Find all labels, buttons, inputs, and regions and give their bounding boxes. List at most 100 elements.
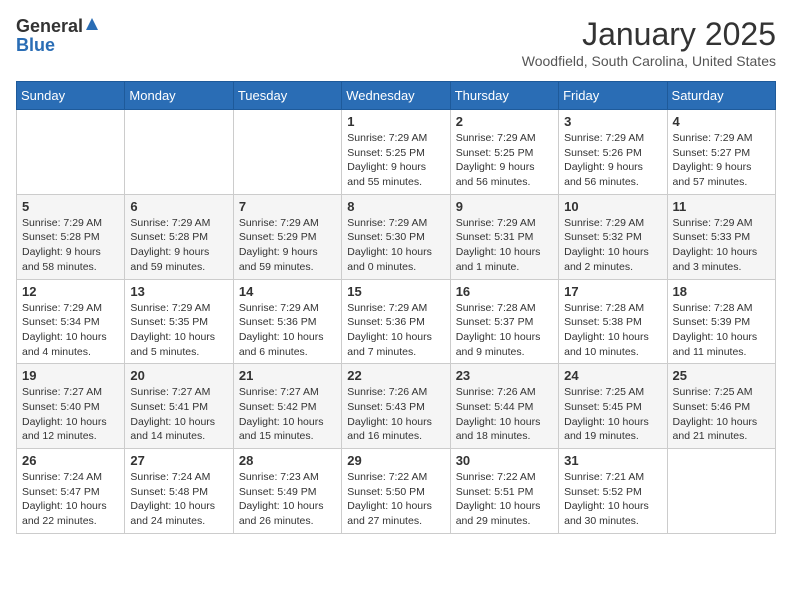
- logo-arrow-icon: [85, 17, 99, 36]
- day-number: 23: [456, 368, 553, 383]
- calendar-cell: 2 Sunrise: 7:29 AM Sunset: 5:25 PM Daylig…: [450, 110, 558, 195]
- weekday-header-thursday: Thursday: [450, 82, 558, 110]
- day-info: Sunrise: 7:21 AM Sunset: 5:52 PM Dayligh…: [564, 470, 661, 529]
- day-info: Sunrise: 7:29 AM Sunset: 5:33 PM Dayligh…: [673, 216, 770, 275]
- day-number: 27: [130, 453, 227, 468]
- day-number: 5: [22, 199, 119, 214]
- day-number: 30: [456, 453, 553, 468]
- weekday-header-friday: Friday: [559, 82, 667, 110]
- page-header: General Blue January 2025 Woodfield, Sou…: [16, 16, 776, 69]
- day-info: Sunrise: 7:29 AM Sunset: 5:35 PM Dayligh…: [130, 301, 227, 360]
- calendar-cell: 30 Sunrise: 7:22 AM Sunset: 5:51 PM Dayli…: [450, 449, 558, 534]
- weekday-header-row: SundayMondayTuesdayWednesdayThursdayFrid…: [17, 82, 776, 110]
- calendar-cell: 27 Sunrise: 7:24 AM Sunset: 5:48 PM Dayli…: [125, 449, 233, 534]
- day-number: 12: [22, 284, 119, 299]
- day-number: 18: [673, 284, 770, 299]
- day-info: Sunrise: 7:29 AM Sunset: 5:32 PM Dayligh…: [564, 216, 661, 275]
- day-info: Sunrise: 7:29 AM Sunset: 5:27 PM Dayligh…: [673, 131, 770, 190]
- weekday-header-monday: Monday: [125, 82, 233, 110]
- day-info: Sunrise: 7:27 AM Sunset: 5:41 PM Dayligh…: [130, 385, 227, 444]
- day-number: 31: [564, 453, 661, 468]
- calendar-cell: 26Sunrise: 7:24 AM Sunset: 5:47 PM Dayli…: [17, 449, 125, 534]
- calendar-cell: [17, 110, 125, 195]
- day-info: Sunrise: 7:29 AM Sunset: 5:25 PM Dayligh…: [456, 131, 553, 190]
- calendar-week-row: 19Sunrise: 7:27 AM Sunset: 5:40 PM Dayli…: [17, 364, 776, 449]
- day-number: 13: [130, 284, 227, 299]
- day-info: Sunrise: 7:28 AM Sunset: 5:38 PM Dayligh…: [564, 301, 661, 360]
- day-number: 3: [564, 114, 661, 129]
- calendar-cell: 23Sunrise: 7:26 AM Sunset: 5:44 PM Dayli…: [450, 364, 558, 449]
- day-info: Sunrise: 7:29 AM Sunset: 5:36 PM Dayligh…: [347, 301, 444, 360]
- day-number: 25: [673, 368, 770, 383]
- day-info: Sunrise: 7:29 AM Sunset: 5:29 PM Dayligh…: [239, 216, 336, 275]
- day-number: 16: [456, 284, 553, 299]
- day-info: Sunrise: 7:24 AM Sunset: 5:47 PM Dayligh…: [22, 470, 119, 529]
- day-info: Sunrise: 7:29 AM Sunset: 5:25 PM Dayligh…: [347, 131, 444, 190]
- calendar-cell: 19Sunrise: 7:27 AM Sunset: 5:40 PM Dayli…: [17, 364, 125, 449]
- day-info: Sunrise: 7:29 AM Sunset: 5:36 PM Dayligh…: [239, 301, 336, 360]
- day-info: Sunrise: 7:28 AM Sunset: 5:39 PM Dayligh…: [673, 301, 770, 360]
- day-number: 28: [239, 453, 336, 468]
- logo: General Blue: [16, 16, 99, 56]
- day-number: 7: [239, 199, 336, 214]
- calendar-cell: 3 Sunrise: 7:29 AM Sunset: 5:26 PM Daylig…: [559, 110, 667, 195]
- day-number: 22: [347, 368, 444, 383]
- calendar-cell: 15 Sunrise: 7:29 AM Sunset: 5:36 PM Dayli…: [342, 279, 450, 364]
- day-number: 15: [347, 284, 444, 299]
- calendar-cell: 22Sunrise: 7:26 AM Sunset: 5:43 PM Dayli…: [342, 364, 450, 449]
- logo-blue-text: Blue: [16, 35, 55, 56]
- weekday-header-tuesday: Tuesday: [233, 82, 341, 110]
- calendar-cell: 11 Sunrise: 7:29 AM Sunset: 5:33 PM Dayli…: [667, 194, 775, 279]
- calendar-cell: 13 Sunrise: 7:29 AM Sunset: 5:35 PM Dayli…: [125, 279, 233, 364]
- day-info: Sunrise: 7:28 AM Sunset: 5:37 PM Dayligh…: [456, 301, 553, 360]
- calendar-cell: [667, 449, 775, 534]
- day-number: 20: [130, 368, 227, 383]
- day-number: 19: [22, 368, 119, 383]
- calendar-cell: 4 Sunrise: 7:29 AM Sunset: 5:27 PM Daylig…: [667, 110, 775, 195]
- calendar-cell: 1 Sunrise: 7:29 AM Sunset: 5:25 PM Daylig…: [342, 110, 450, 195]
- calendar-cell: 20 Sunrise: 7:27 AM Sunset: 5:41 PM Dayli…: [125, 364, 233, 449]
- day-info: Sunrise: 7:29 AM Sunset: 5:28 PM Dayligh…: [22, 216, 119, 275]
- day-info: Sunrise: 7:29 AM Sunset: 5:26 PM Dayligh…: [564, 131, 661, 190]
- calendar-cell: 7 Sunrise: 7:29 AM Sunset: 5:29 PM Daylig…: [233, 194, 341, 279]
- calendar-week-row: 1 Sunrise: 7:29 AM Sunset: 5:25 PM Daylig…: [17, 110, 776, 195]
- day-info: Sunrise: 7:29 AM Sunset: 5:34 PM Dayligh…: [22, 301, 119, 360]
- day-number: 11: [673, 199, 770, 214]
- calendar-week-row: 26Sunrise: 7:24 AM Sunset: 5:47 PM Dayli…: [17, 449, 776, 534]
- day-number: 29: [347, 453, 444, 468]
- day-info: Sunrise: 7:25 AM Sunset: 5:45 PM Dayligh…: [564, 385, 661, 444]
- calendar-cell: 14 Sunrise: 7:29 AM Sunset: 5:36 PM Dayli…: [233, 279, 341, 364]
- calendar-cell: [233, 110, 341, 195]
- calendar-table: SundayMondayTuesdayWednesdayThursdayFrid…: [16, 81, 776, 534]
- day-info: Sunrise: 7:22 AM Sunset: 5:51 PM Dayligh…: [456, 470, 553, 529]
- day-number: 1: [347, 114, 444, 129]
- month-title: January 2025: [522, 16, 776, 53]
- calendar-cell: 24 Sunrise: 7:25 AM Sunset: 5:45 PM Dayli…: [559, 364, 667, 449]
- day-number: 6: [130, 199, 227, 214]
- day-info: Sunrise: 7:27 AM Sunset: 5:42 PM Dayligh…: [239, 385, 336, 444]
- day-info: Sunrise: 7:24 AM Sunset: 5:48 PM Dayligh…: [130, 470, 227, 529]
- day-number: 8: [347, 199, 444, 214]
- weekday-header-saturday: Saturday: [667, 82, 775, 110]
- calendar-cell: 21Sunrise: 7:27 AM Sunset: 5:42 PM Dayli…: [233, 364, 341, 449]
- day-number: 24: [564, 368, 661, 383]
- title-block: January 2025 Woodfield, South Carolina, …: [522, 16, 776, 69]
- calendar-cell: 17Sunrise: 7:28 AM Sunset: 5:38 PM Dayli…: [559, 279, 667, 364]
- day-number: 9: [456, 199, 553, 214]
- day-number: 14: [239, 284, 336, 299]
- calendar-cell: 6Sunrise: 7:29 AM Sunset: 5:28 PM Daylig…: [125, 194, 233, 279]
- weekday-header-sunday: Sunday: [17, 82, 125, 110]
- calendar-cell: 8Sunrise: 7:29 AM Sunset: 5:30 PM Daylig…: [342, 194, 450, 279]
- calendar-cell: 29Sunrise: 7:22 AM Sunset: 5:50 PM Dayli…: [342, 449, 450, 534]
- calendar-cell: 10 Sunrise: 7:29 AM Sunset: 5:32 PM Dayli…: [559, 194, 667, 279]
- calendar-cell: [125, 110, 233, 195]
- calendar-cell: 28Sunrise: 7:23 AM Sunset: 5:49 PM Dayli…: [233, 449, 341, 534]
- day-number: 10: [564, 199, 661, 214]
- calendar-cell: 31 Sunrise: 7:21 AM Sunset: 5:52 PM Dayli…: [559, 449, 667, 534]
- calendar-cell: 16 Sunrise: 7:28 AM Sunset: 5:37 PM Dayli…: [450, 279, 558, 364]
- calendar-week-row: 12 Sunrise: 7:29 AM Sunset: 5:34 PM Dayli…: [17, 279, 776, 364]
- day-number: 4: [673, 114, 770, 129]
- logo-general-text: General: [16, 16, 83, 37]
- day-number: 2: [456, 114, 553, 129]
- calendar-cell: 5 Sunrise: 7:29 AM Sunset: 5:28 PM Daylig…: [17, 194, 125, 279]
